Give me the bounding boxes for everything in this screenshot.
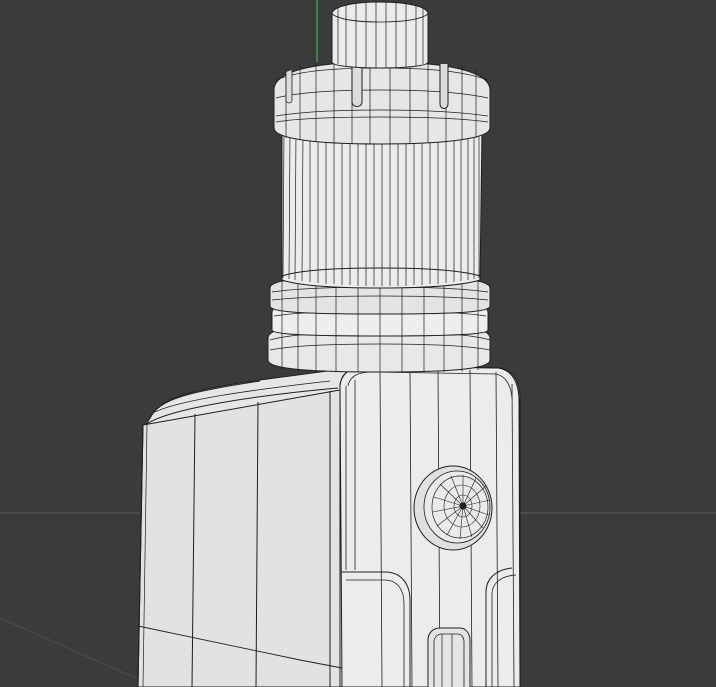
3d-viewport[interactable] [0,0,716,687]
atomizer-top-cap [273,61,491,145]
atomizer-tank [281,129,483,289]
fire-button [413,465,493,551]
drip-tip [331,1,429,69]
atomizer-base [267,275,491,373]
